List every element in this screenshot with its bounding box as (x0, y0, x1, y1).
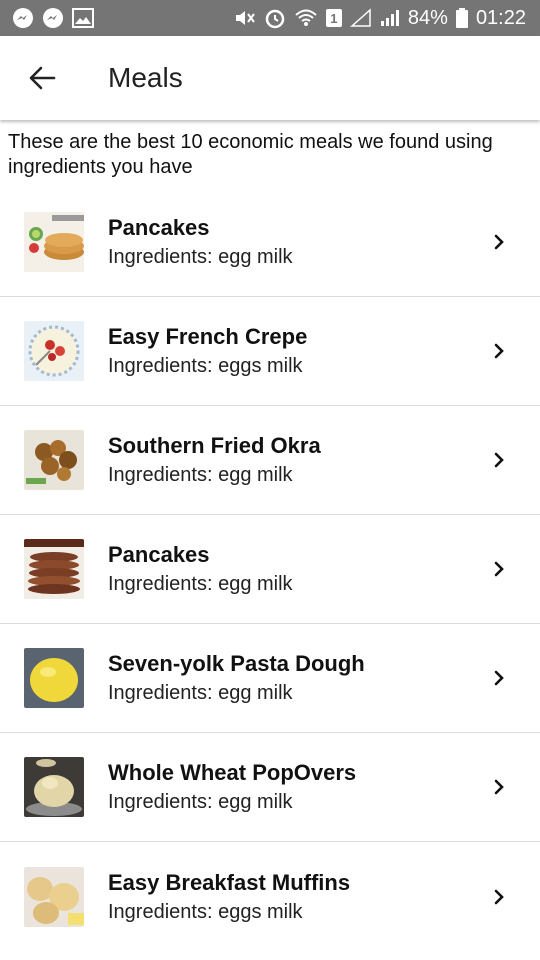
battery-percent: 84% (407, 6, 448, 29)
gallery-icon (72, 8, 94, 28)
meal-thumbnail (24, 212, 84, 272)
meal-thumbnail (24, 648, 84, 708)
chevron-right-icon (484, 778, 514, 796)
status-bar-right: 1 84% 01:22 (234, 7, 526, 30)
meal-name: Pancakes (108, 542, 210, 567)
meal-thumbnail (24, 757, 84, 817)
chevron-right-icon (484, 451, 514, 469)
meal-thumbnail (24, 539, 84, 599)
chevron-right-icon (484, 888, 514, 906)
meal-item[interactable]: Seven-yolk Pasta Dough Ingredients: egg … (0, 624, 540, 733)
page-title: Meals (108, 62, 183, 93)
signal-bars-icon (380, 8, 400, 28)
app-bar: Meals (0, 36, 540, 120)
meal-ingredients: Ingredients: egg milk (108, 246, 293, 268)
meal-ingredients: Ingredients: egg milk (108, 573, 293, 595)
meal-ingredients: Ingredients: egg milk (108, 464, 293, 486)
meal-name: Southern Fried Okra (108, 433, 321, 458)
chevron-right-icon (484, 669, 514, 687)
chevron-right-icon (484, 233, 514, 251)
meal-ingredients: Ingredients: egg milk (108, 682, 293, 704)
meal-name: Easy French Crepe (108, 324, 308, 349)
meal-item[interactable]: Southern Fried Okra Ingredients: egg mil… (0, 406, 540, 515)
signal-icon (349, 8, 372, 28)
back-button[interactable] (18, 54, 66, 102)
chevron-right-icon (484, 560, 514, 578)
mute-icon (234, 8, 256, 28)
meal-item[interactable]: Easy French Crepe Ingredients: eggs milk (0, 297, 540, 406)
meal-item[interactable]: Easy Breakfast Muffins Ingredients: eggs… (0, 842, 540, 951)
meal-ingredients: Ingredients: eggs milk (108, 355, 303, 377)
meal-item[interactable]: Pancakes Ingredients: egg milk (0, 188, 540, 297)
meal-name: Easy Breakfast Muffins (108, 869, 351, 895)
battery-icon (455, 8, 468, 28)
alarm-icon (264, 7, 286, 29)
meal-thumbnail (24, 321, 84, 381)
meal-name: Whole Wheat PopOvers (108, 760, 357, 785)
status-bar: 1 84% 01:22 (0, 0, 540, 36)
status-bar-left (12, 7, 94, 29)
messenger-icon (12, 7, 34, 29)
meal-thumbnail (24, 866, 84, 927)
meal-item[interactable]: Pancakes Ingredients: egg milk (0, 515, 540, 624)
arrow-left-icon (29, 66, 56, 90)
meal-thumbnail (24, 430, 84, 490)
messenger-icon (42, 7, 64, 29)
wifi-icon (294, 8, 318, 28)
meal-name: Seven-yolk Pasta Dough (108, 651, 365, 676)
meal-ingredients: Ingredients: egg milk (108, 791, 293, 813)
sim-icon: 1 (325, 9, 342, 27)
meals-list: Pancakes Ingredients: egg milk Easy Fren… (0, 188, 540, 951)
intro-text: These are the best 10 economic meals we … (8, 131, 493, 178)
clock: 01:22 (475, 6, 526, 29)
meal-name: Pancakes (108, 215, 210, 240)
chevron-right-icon (484, 342, 514, 360)
meal-ingredients: Ingredients: eggs milk (108, 900, 303, 923)
meal-item[interactable]: Whole Wheat PopOvers Ingredients: egg mi… (0, 733, 540, 842)
